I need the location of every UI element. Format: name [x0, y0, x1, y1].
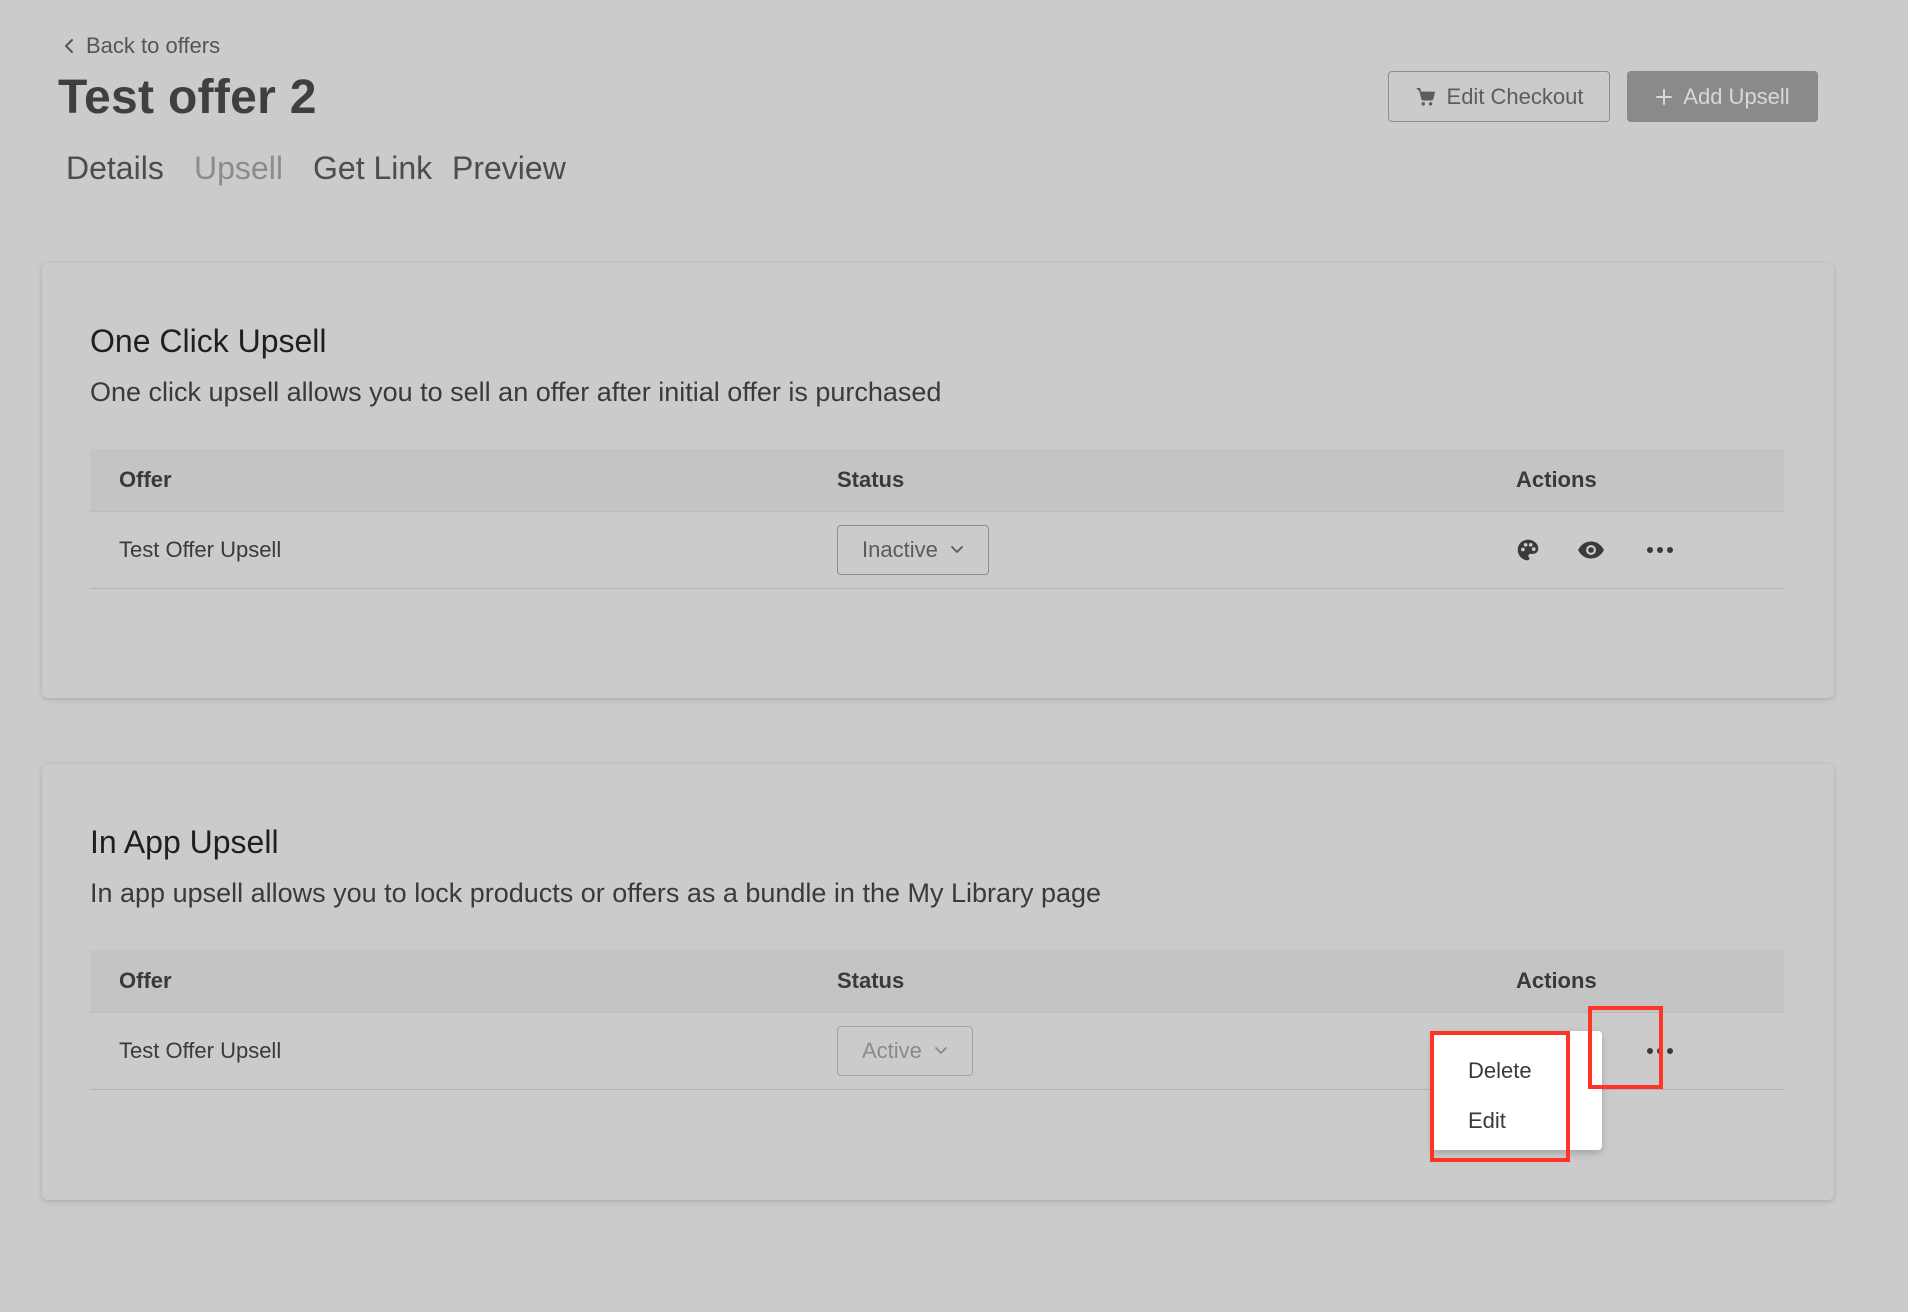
- table-row: Test Offer Upsell Inactive: [90, 512, 1784, 589]
- tab-preview[interactable]: Preview: [452, 150, 566, 187]
- back-link-label: Back to offers: [86, 33, 221, 58]
- section-title: One Click Upsell: [90, 323, 327, 359]
- plus-icon: [1656, 88, 1673, 105]
- column-actions: Actions: [1516, 968, 1597, 993]
- column-offer: Offer: [119, 467, 172, 492]
- more-icon[interactable]: [1645, 1039, 1675, 1063]
- status-dropdown[interactable]: Active: [837, 1026, 973, 1076]
- add-upsell-button[interactable]: Add Upsell: [1627, 71, 1818, 122]
- column-actions: Actions: [1516, 467, 1597, 492]
- section-title: In App Upsell: [90, 824, 279, 860]
- tab-upsell[interactable]: Upsell: [194, 150, 283, 187]
- status-value: Active: [862, 1038, 922, 1063]
- actions-dropdown-menu: Delete Edit: [1432, 1031, 1602, 1150]
- chevron-left-icon: [65, 39, 73, 53]
- chevron-down-icon: [950, 546, 963, 553]
- section-description: In app upsell allows you to lock product…: [90, 878, 1102, 908]
- column-status: Status: [837, 968, 905, 993]
- chevron-down-icon: [935, 1047, 947, 1054]
- palette-icon[interactable]: [1514, 536, 1542, 564]
- back-to-offers-link[interactable]: Back to offers: [62, 32, 220, 60]
- cart-icon: [1416, 87, 1435, 106]
- edit-checkout-button[interactable]: Edit Checkout: [1388, 71, 1610, 122]
- tab-details[interactable]: Details: [66, 150, 164, 187]
- column-offer: Offer: [119, 968, 172, 993]
- table-header: Offer Status Actions: [90, 449, 1784, 512]
- one-click-upsell-card: One Click Upsell One click upsell allows…: [42, 263, 1834, 698]
- status-dropdown[interactable]: Inactive: [837, 525, 989, 575]
- offer-name: Test Offer Upsell: [119, 537, 282, 562]
- menu-item-delete[interactable]: Delete: [1468, 1058, 1532, 1084]
- eye-icon[interactable]: [1575, 536, 1607, 564]
- offer-name: Test Offer Upsell: [119, 1038, 282, 1063]
- column-status: Status: [837, 467, 905, 492]
- section-description: One click upsell allows you to sell an o…: [90, 377, 942, 407]
- edit-checkout-label: Edit Checkout: [1446, 83, 1584, 109]
- add-upsell-label: Add Upsell: [1683, 83, 1790, 109]
- menu-item-edit[interactable]: Edit: [1468, 1108, 1506, 1134]
- table-header: Offer Status Actions: [90, 950, 1784, 1013]
- status-value: Inactive: [862, 537, 938, 562]
- page-title: Test offer 2: [58, 71, 317, 124]
- more-icon[interactable]: [1645, 538, 1675, 562]
- tab-get-link[interactable]: Get Link: [313, 150, 432, 187]
